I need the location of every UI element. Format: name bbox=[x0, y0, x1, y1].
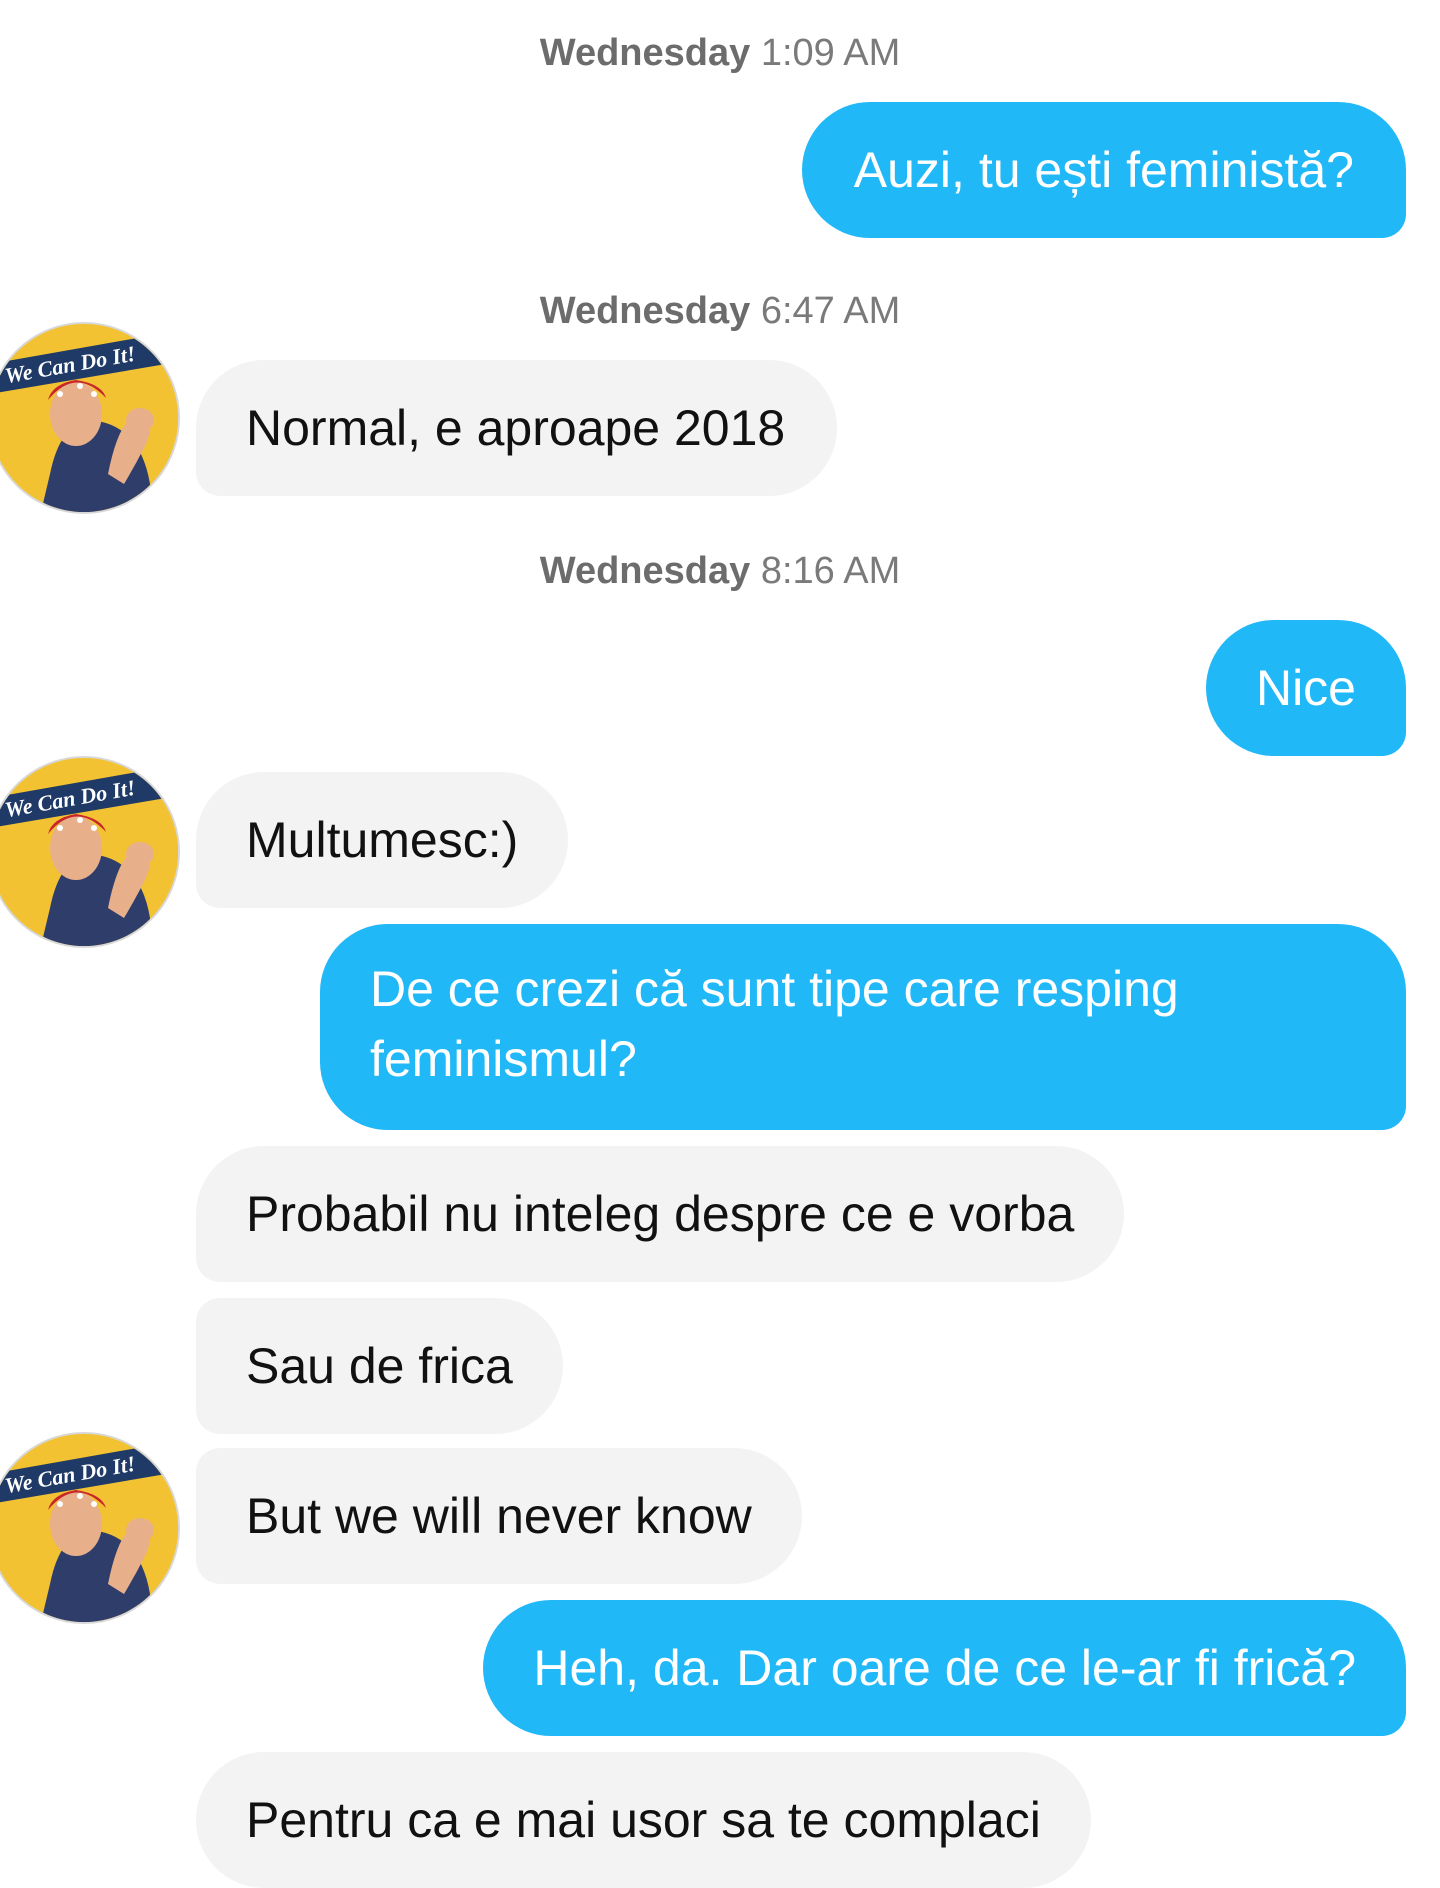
message-bubble-incoming[interactable]: Normal, e aproape 2018 bbox=[196, 360, 838, 496]
timestamp-2: Wednesday 6:47 AM bbox=[0, 290, 1440, 333]
timestamp-day: Wednesday bbox=[539, 550, 751, 592]
timestamp-day: Wednesday bbox=[539, 290, 751, 332]
message-text: Auzi, tu ești feministă? bbox=[853, 142, 1354, 198]
message-bubble-incoming[interactable]: Multumesc:) bbox=[196, 772, 569, 908]
timestamp-day: Wednesday bbox=[539, 32, 751, 74]
message-text: But we will never know bbox=[246, 1488, 752, 1544]
message-bubble-incoming[interactable]: Sau de frica bbox=[196, 1298, 563, 1434]
message-text: Normal, e aproape 2018 bbox=[246, 400, 786, 456]
message-text: Sau de frica bbox=[246, 1338, 513, 1394]
message-text: Multumesc:) bbox=[246, 812, 519, 868]
message-bubble-outgoing[interactable]: Nice bbox=[1205, 620, 1406, 756]
contact-avatar[interactable]: We Can Do It! bbox=[0, 1432, 180, 1624]
message-bubble-outgoing[interactable]: Auzi, tu ești feministă? bbox=[801, 102, 1406, 238]
message-bubble-incoming[interactable]: Probabil nu inteleg despre ce e vorba bbox=[196, 1146, 1125, 1282]
message-text: Pentru ca e mai usor sa te complaci bbox=[246, 1792, 1041, 1848]
message-bubble-outgoing[interactable]: Heh, da. Dar oare de ce le-ar fi frică? bbox=[483, 1600, 1406, 1736]
timestamp-1: Wednesday 1:09 AM bbox=[0, 32, 1440, 75]
message-text: Probabil nu inteleg despre ce e vorba bbox=[246, 1186, 1075, 1242]
message-text: Nice bbox=[1255, 660, 1356, 716]
timestamp-3: Wednesday 8:16 AM bbox=[0, 550, 1440, 593]
message-bubble-outgoing[interactable]: De ce crezi că sunt tipe care resping fe… bbox=[320, 924, 1406, 1130]
timestamp-time: 8:16 AM bbox=[760, 550, 901, 592]
contact-avatar[interactable]: We Can Do It! bbox=[0, 756, 180, 948]
message-text: Heh, da. Dar oare de ce le-ar fi frică? bbox=[533, 1640, 1356, 1696]
message-bubble-incoming[interactable]: Pentru ca e mai usor sa te complaci bbox=[196, 1752, 1091, 1888]
contact-avatar[interactable]: We Can Do It! bbox=[0, 322, 180, 514]
timestamp-time: 6:47 AM bbox=[760, 290, 901, 332]
message-text: De ce crezi că sunt tipe care resping fe… bbox=[370, 961, 1179, 1087]
message-bubble-incoming[interactable]: But we will never know bbox=[196, 1448, 802, 1584]
timestamp-time: 1:09 AM bbox=[760, 32, 901, 74]
